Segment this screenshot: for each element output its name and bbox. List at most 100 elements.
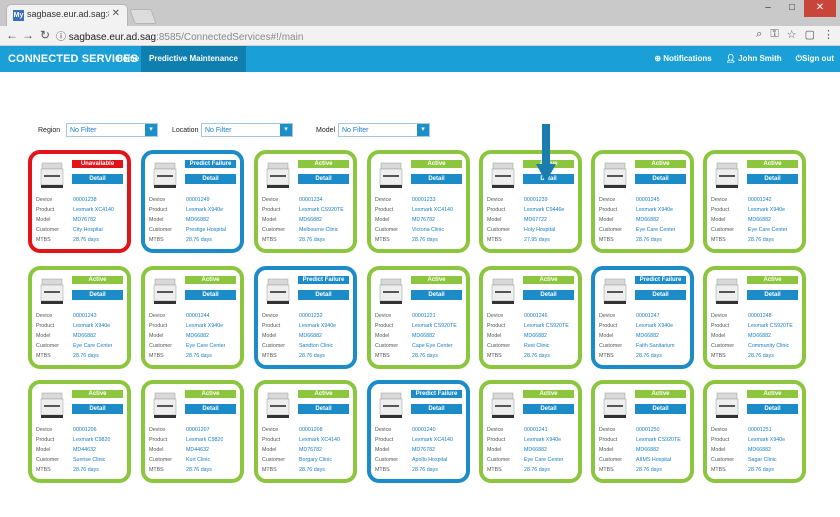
device-card[interactable]: Active Detail Device 00001245 Product Lexm… [591,150,694,253]
reload-icon[interactable]: ↻ [40,28,50,42]
field-label: MTBS [599,467,614,473]
device-card[interactable]: Active Detail Device 00001206 Product Lexm… [28,380,131,483]
field-label: Model [36,447,51,453]
field-label: Customer [262,457,285,463]
field-label: Device [487,313,504,319]
device-info: Device 00001250 Product Lexmark CS920TE Mo… [599,425,691,475]
device-card[interactable]: Active Detail Device 00001208 Product Lexm… [254,380,357,483]
field-label: Customer [599,457,622,463]
detail-button[interactable]: Detail [523,404,574,414]
detail-button[interactable]: Detail [185,174,236,184]
device-customer: Eye Care Center [636,227,676,233]
detail-button[interactable]: Detail [635,174,686,184]
detail-button[interactable]: Detail [411,174,462,184]
device-card[interactable]: Active Detail Device 00001243 Product Lexm… [28,266,131,369]
detail-button[interactable]: Detail [411,290,462,300]
field-label: Product [36,207,55,213]
maximize-icon[interactable]: □ [780,0,804,17]
address-bar: ← → ↻ ⓘ sagbase.eur.ad.sag:8585/Connecte… [0,26,840,46]
detail-button[interactable]: Detail [411,404,462,414]
device-info: Device 00001206 Product Lexmark C9820 Mode… [36,425,128,475]
device-product: Lexmark C9820 [73,437,111,443]
device-model: MD66882 [636,447,659,453]
printer-icon [602,159,628,189]
detail-button[interactable]: Detail [747,404,798,414]
device-card[interactable]: Active Detail Device 00001244 Product Lexm… [141,266,244,369]
device-card[interactable]: Active Detail Device 00001207 Product Lexm… [141,380,244,483]
back-icon[interactable]: ← [6,28,18,42]
nav-predictive-maintenance[interactable]: Predictive Maintenance [141,46,246,72]
notifications-link[interactable]: ⊕ Notifications [654,54,711,64]
device-card[interactable]: Active Detail Device 00001233 Product Lexm… [367,150,470,253]
printer-icon [265,389,291,419]
detail-button[interactable]: Detail [72,290,123,300]
detail-button[interactable]: Detail [635,290,686,300]
status-badge: Active [635,390,686,398]
device-card[interactable]: Predict Failure Detail Device 00001240 Pr… [367,380,470,483]
star-icon[interactable]: ☆ [787,28,797,41]
tab-title: sagbase.eur.ad.sag:8585 [27,9,109,19]
device-mtbs: 28.76 days [412,353,438,359]
field-label: Model [149,217,164,223]
window-close-icon[interactable]: ✕ [804,0,836,17]
detail-button[interactable]: Detail [298,174,349,184]
forward-icon[interactable]: → [22,28,34,42]
signout-link[interactable]: ⏻Sign out [796,54,834,64]
device-card[interactable]: Active Detail Device 00001246 Product Lexm… [479,266,582,369]
url-field[interactable]: ⓘ sagbase.eur.ad.sag:8585/ConnectedServi… [56,28,303,43]
region-select[interactable]: No Filter ▾ [66,123,158,137]
device-card[interactable]: Active Detail Device 00001234 Product Lexm… [254,150,357,253]
device-card[interactable]: Active Detail Device 00001242 Product Lexm… [703,150,806,253]
key-icon[interactable]: ⚿ [770,28,778,41]
device-info: Device 00001242 Product Lexmark X940e Mode… [711,195,803,245]
detail-button[interactable]: Detail [72,174,123,184]
printer-icon [152,275,178,305]
detail-button[interactable]: Detail [635,404,686,414]
device-info: Device 00001247 Product Lexmark X940e Mode… [599,311,691,361]
device-id: 00001246 [524,313,548,319]
status-badge: Active [185,276,236,284]
detail-button[interactable]: Detail [298,404,349,414]
detail-button[interactable]: Detail [185,290,236,300]
user-link[interactable]: 👤︎ John Smith [726,54,782,64]
status-badge: Active [635,160,686,168]
detail-button[interactable]: Detail [298,290,349,300]
field-label: Model [36,333,51,339]
field-label: Device [599,197,616,203]
device-mtbs: 28.76 days [524,353,550,359]
device-card[interactable]: Predict Failure Detail Device 00001247 Pr… [591,266,694,369]
device-card[interactable]: Predict Failure Detail Device 00001232 Pr… [254,266,357,369]
device-card[interactable]: Active Detail Device 00001251 Product Lexm… [703,380,806,483]
extension-icon[interactable]: ▢ [805,28,815,41]
device-card[interactable]: Active Detail Device00001239 ProductLexm… [479,150,582,253]
close-icon[interactable]: ✕ [112,8,120,19]
device-card[interactable]: Active Detail Device 00001250 Product Lexm… [591,380,694,483]
device-model: MD66882 [748,333,771,339]
new-tab-button[interactable] [129,9,157,24]
model-select[interactable]: No Filter ▾ [338,123,430,137]
nav-home[interactable]: Home [117,54,139,63]
zoom-icon[interactable]: ⌕ [756,28,762,41]
field-label: Device [711,197,728,203]
device-card[interactable]: Active Detail Device 00001241 Product Lexm… [479,380,582,483]
minimize-icon[interactable]: – [756,0,780,17]
device-model: MD66882 [636,217,659,223]
field-label: Customer [149,227,172,233]
field-label: Product [262,323,281,329]
device-card[interactable]: Unavailable Detail Device 00001238 Produc… [28,150,131,253]
menu-icon[interactable]: ⋮ [823,28,834,41]
device-card[interactable]: Predict Failure Detail Device 00001249 Pr… [141,150,244,253]
detail-button[interactable]: Detail [747,174,798,184]
detail-button[interactable]: Detail [523,290,574,300]
device-model: MD67722 [524,217,547,223]
printer-icon [714,389,740,419]
device-card[interactable]: Active Detail Device 00001248 Product Lexm… [703,266,806,369]
location-select[interactable]: No Filter ▾ [201,123,293,137]
browser-tab[interactable]: My sagbase.eur.ad.sag:8585 ✕ [6,4,128,26]
detail-button[interactable]: Detail [747,290,798,300]
device-card[interactable]: Active Detail Device 00001221 Product Lexm… [367,266,470,369]
detail-button[interactable]: Detail [72,404,123,414]
detail-button[interactable]: Detail [185,404,236,414]
device-model: MD66882 [186,217,209,223]
printer-icon [602,275,628,305]
